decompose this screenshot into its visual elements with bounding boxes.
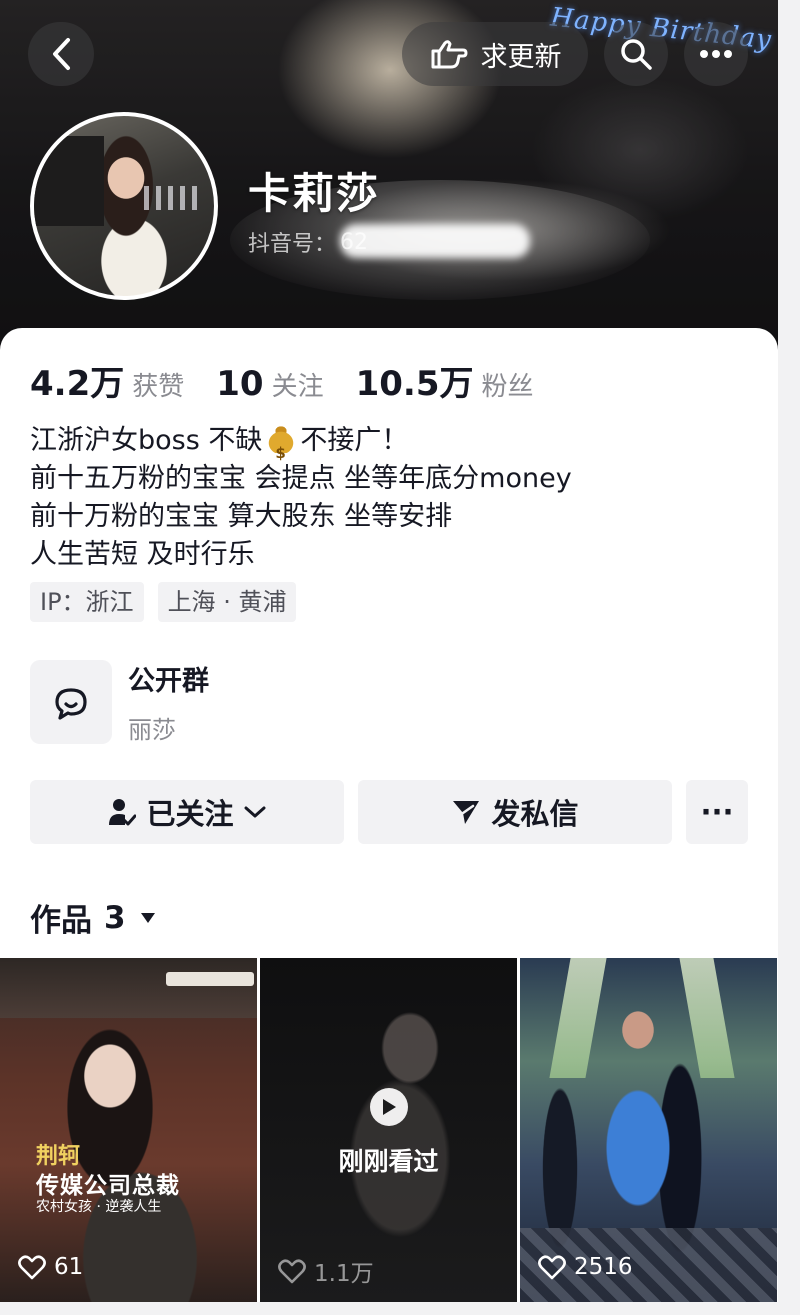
send-message-label: 发私信: [491, 797, 579, 831]
stat-followers-value: 10.5万: [355, 364, 474, 404]
heart-icon: [18, 1255, 46, 1280]
video-likes: 61: [18, 1254, 83, 1280]
play-icon: [370, 1088, 408, 1126]
bottom-edge: [0, 1302, 778, 1315]
send-message-button[interactable]: 发私信: [358, 780, 672, 844]
paper-plane-icon: [453, 801, 480, 824]
avatar-glasses-decor: [144, 186, 204, 210]
stat-following-label: 关注: [271, 372, 324, 402]
heart-icon: [278, 1259, 306, 1284]
urge-update-label: 求更新: [480, 41, 562, 73]
thumb3-arch-decor: [679, 958, 735, 1078]
douyin-id-prefix: 抖音号：: [248, 232, 337, 257]
back-button[interactable]: [28, 22, 94, 86]
chevron-down-icon: [244, 806, 265, 818]
tag-city[interactable]: 上海 · 黄浦: [157, 582, 297, 622]
stat-likes[interactable]: 4.2万 获赞: [30, 356, 184, 405]
avatar[interactable]: [30, 112, 218, 300]
video-thumbnail-3[interactable]: 2516: [520, 958, 777, 1302]
stat-following-value: 10: [216, 364, 264, 404]
more-dots-icon: [700, 50, 732, 58]
money-bag-icon: [268, 425, 295, 472]
bio-line-1: 江浙沪女boss 不缺 不接广！: [30, 422, 572, 472]
profile-tags: IP：浙江 上海 · 黄浦: [30, 582, 297, 622]
chat-bubbles-icon: [55, 688, 87, 720]
works-grid: 荆轲 传媒公司总裁 农村女孩 · 逆袭人生 61 刚刚看过 1.1万 2516: [0, 958, 778, 1302]
video-likes: 2516: [538, 1254, 633, 1280]
search-button[interactable]: [604, 22, 668, 86]
video-likes: 1.1万: [278, 1254, 374, 1288]
group-icon-box: [30, 660, 112, 744]
thumb1-caption-tagline: 农村女孩 · 逆袭人生: [36, 1199, 162, 1215]
action-buttons: 已关注 发私信 ···: [30, 780, 748, 844]
bio-line-3: 前十万粉的宝宝 算大股东 坐等安排: [30, 501, 453, 532]
more-actions-button[interactable]: ···: [686, 780, 748, 844]
stat-followers[interactable]: 10.5万 粉丝: [356, 356, 534, 405]
stat-likes-label: 获赞: [132, 372, 185, 402]
public-group-entry[interactable]: 公开群 丽莎: [30, 660, 730, 744]
avatar-piano-decor: [34, 136, 104, 226]
group-text: 公开群 丽莎: [128, 659, 209, 745]
video-thumbnail-2[interactable]: 刚刚看过 1.1万: [260, 958, 517, 1302]
caret-down-icon: [140, 912, 155, 923]
bio-line-1-text-a: 江浙沪女boss 不缺: [30, 425, 263, 456]
video-thumbnail-1[interactable]: 荆轲 传媒公司总裁 农村女孩 · 逆袭人生 61: [0, 958, 257, 1302]
recently-viewed-label: 刚刚看过: [338, 1147, 439, 1176]
thumb1-caption-subtitle: 传媒公司总裁: [36, 1172, 180, 1199]
more-actions-label: ···: [700, 795, 734, 829]
thumb1-ceiling-decor: [0, 958, 257, 1018]
bio-line-1-text-b: 不接广！: [300, 425, 409, 456]
followed-button[interactable]: 已关注: [30, 780, 344, 844]
thumb1-light-decor: [166, 972, 254, 986]
video-likes-count: 61: [54, 1254, 84, 1280]
stat-likes-value: 4.2万: [30, 364, 125, 404]
stat-followers-label: 粉丝: [481, 372, 534, 402]
bio-line-4: 人生苦短 及时行乐: [30, 539, 255, 570]
screen-edge: [778, 0, 800, 1315]
heart-icon: [538, 1255, 566, 1280]
profile-bio: 江浙沪女boss 不缺不接广！ 前十五万粉的宝宝 会提点 坐等年底分money …: [30, 422, 572, 574]
works-count: 3: [104, 899, 126, 936]
search-icon: [621, 39, 652, 70]
bio-line-2: 前十五万粉的宝宝 会提点 坐等年底分money: [30, 463, 572, 494]
stats-row: 4.2万 获赞 10 关注 10.5万 粉丝: [30, 356, 566, 405]
works-tab[interactable]: 作品 3: [30, 895, 156, 940]
stat-following[interactable]: 10 关注: [216, 364, 323, 404]
chevron-left-icon: [53, 38, 70, 70]
followed-label: 已关注: [146, 797, 234, 831]
works-label: 作品: [30, 903, 92, 939]
tag-ip-location: IP：浙江: [30, 582, 144, 622]
group-subtitle: 丽莎: [128, 716, 176, 744]
pointing-hand-icon: [431, 40, 467, 69]
user-check-icon: [109, 799, 137, 826]
group-title: 公开群: [128, 666, 209, 697]
id-redaction-blur: [340, 224, 530, 258]
urge-update-button[interactable]: 求更新: [402, 22, 588, 86]
more-options-button[interactable]: [684, 22, 748, 86]
thumb3-arch-decor: [549, 958, 607, 1078]
profile-nickname: 卡莉莎: [248, 169, 381, 218]
video-likes-count: 1.1万: [314, 1261, 374, 1287]
video-likes-count: 2516: [574, 1254, 633, 1280]
